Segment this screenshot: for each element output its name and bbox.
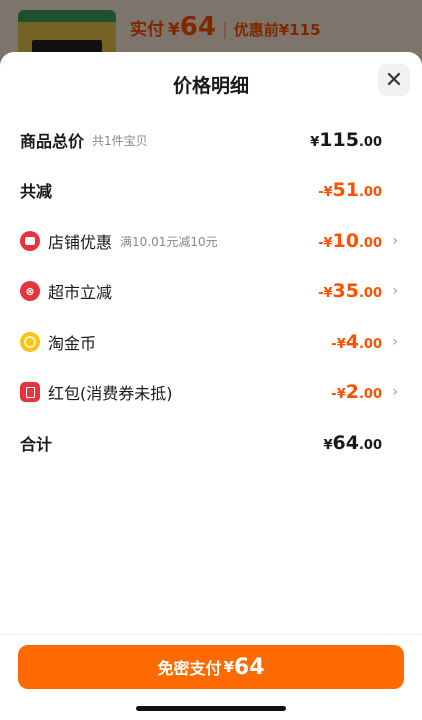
password-free-pay-button[interactable]: 免密支付 ¥64 xyxy=(18,645,404,689)
sheet-title: 价格明细 xyxy=(172,75,249,97)
red-packet-amount: - ¥2.00 xyxy=(331,381,382,403)
row-supermarket-discount[interactable]: ⊗ 超市立减 - ¥35.00 › xyxy=(20,276,398,306)
gold-coin-icon xyxy=(20,332,40,352)
row-store-discount[interactable]: 店铺优惠 满10.01元减10元 - ¥10.00 › xyxy=(20,226,398,256)
chevron-right-icon: › xyxy=(392,233,398,249)
close-button[interactable]: ✕ xyxy=(378,64,410,96)
chevron-right-icon: › xyxy=(392,384,398,400)
home-indicator[interactable] xyxy=(136,706,286,711)
gold-coin-amount: - ¥4.00 xyxy=(331,331,382,353)
supermarket-discount-amount: - ¥35.00 xyxy=(318,280,382,302)
row-total-reduction: 共减 - ¥51.00 xyxy=(20,179,382,201)
row-red-packet[interactable]: 红包(消费券未抵) - ¥2.00 › xyxy=(20,377,398,407)
red-packet-icon xyxy=(20,382,40,402)
row-goods-total: 商品总价 共1件宝贝 ¥115.00 xyxy=(20,129,382,151)
price-detail-sheet: 价格明细 ✕ 商品总价 共1件宝贝 ¥115.00 共减 - ¥51.00 店铺优… xyxy=(0,52,422,720)
store-discount-amount: - ¥10.00 xyxy=(318,230,382,252)
row-sum: 合计 ¥64.00 xyxy=(20,432,382,454)
store-coupon-icon xyxy=(20,231,40,251)
chevron-right-icon: › xyxy=(392,334,398,350)
supermarket-discount-icon: ⊗ xyxy=(20,281,40,301)
row-gold-coin[interactable]: 淘金币 - ¥4.00 › xyxy=(20,327,398,357)
close-icon: ✕ xyxy=(384,67,404,93)
chevron-right-icon: › xyxy=(392,283,398,299)
total-reduction-amount: - ¥51.00 xyxy=(318,179,382,201)
sum-amount: ¥64.00 xyxy=(323,432,382,454)
goods-total-amount: ¥115.00 xyxy=(310,129,382,151)
